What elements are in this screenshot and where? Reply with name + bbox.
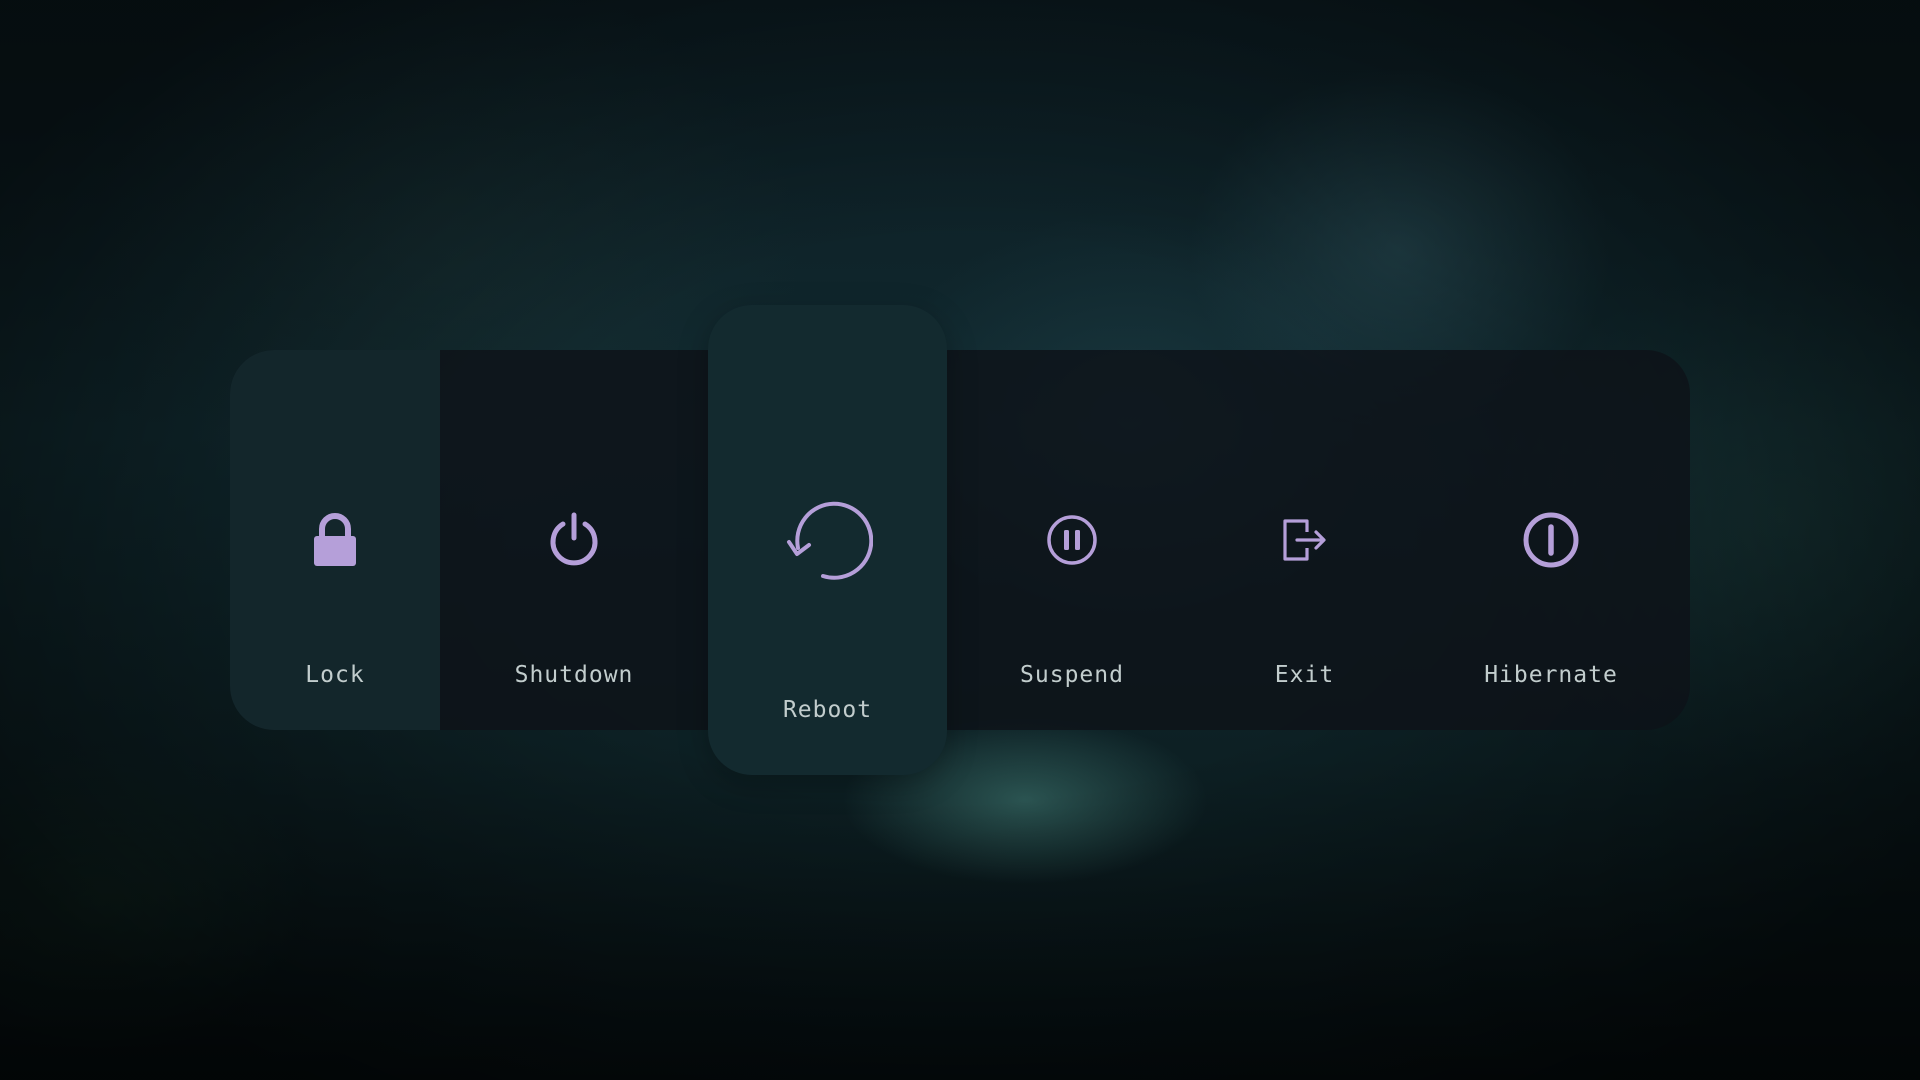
hibernate-icon bbox=[1521, 510, 1581, 570]
lock-icon bbox=[310, 512, 360, 568]
exit-button[interactable]: Exit bbox=[1197, 350, 1412, 730]
pause-circle-icon bbox=[1045, 513, 1099, 567]
logout-icon bbox=[1281, 516, 1329, 564]
suspend-button[interactable]: Suspend bbox=[947, 350, 1197, 730]
reboot-icon bbox=[783, 498, 873, 582]
lock-button[interactable]: Lock bbox=[230, 350, 440, 730]
reboot-button[interactable]: Reboot bbox=[708, 305, 947, 775]
shutdown-button[interactable]: Shutdown bbox=[440, 350, 708, 730]
lock-label: Lock bbox=[305, 662, 365, 688]
exit-label: Exit bbox=[1274, 662, 1335, 688]
hibernate-label: Hibernate bbox=[1484, 662, 1618, 688]
suspend-label: Suspend bbox=[1020, 662, 1124, 688]
power-icon bbox=[546, 512, 602, 568]
hibernate-button[interactable]: Hibernate bbox=[1412, 350, 1690, 730]
reboot-label: Reboot bbox=[782, 697, 873, 723]
shutdown-label: Shutdown bbox=[514, 662, 634, 688]
